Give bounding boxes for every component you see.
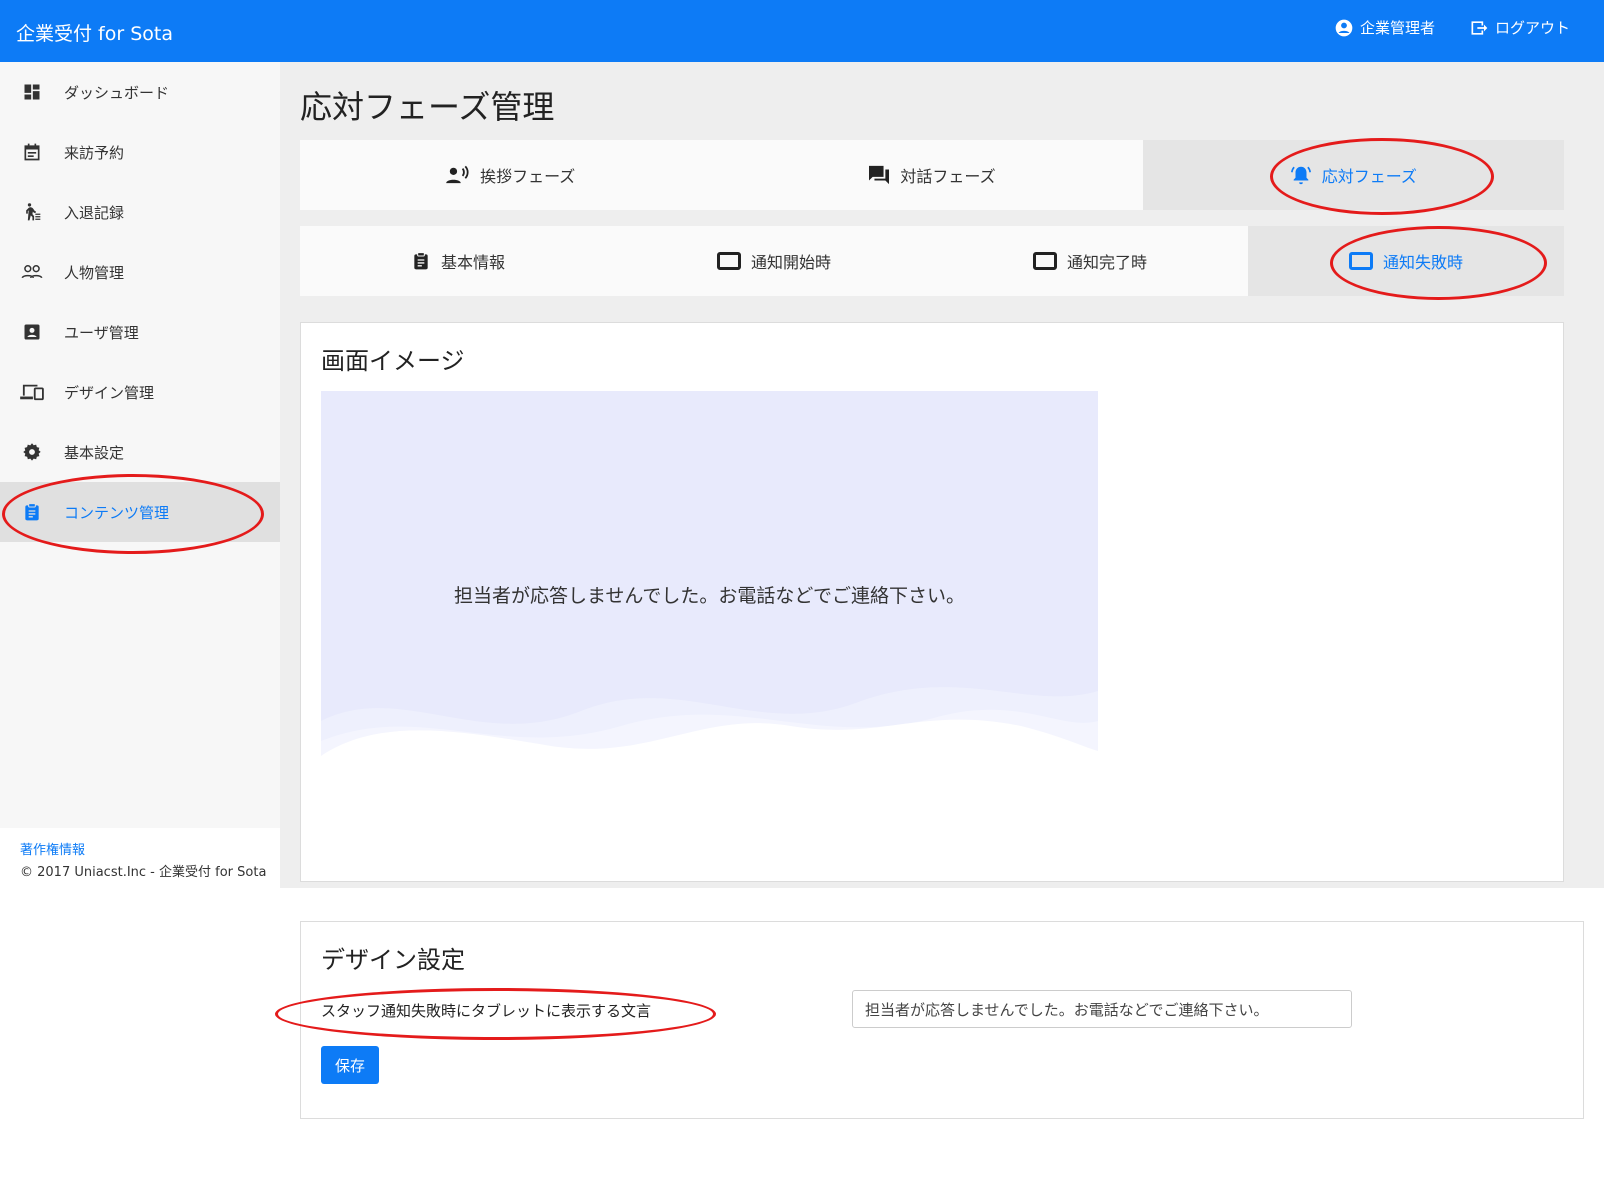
sidebar-item-dashboard[interactable]: ダッシュボード xyxy=(0,62,280,122)
tablet-icon xyxy=(716,252,741,270)
gear-icon xyxy=(20,440,44,464)
sidebar-item-people[interactable]: 人物管理 xyxy=(0,242,280,302)
tab-notify-start[interactable]: 通知開始時 xyxy=(616,226,932,296)
save-button[interactable]: 保存 xyxy=(321,1046,379,1084)
preview-title: 画面イメージ xyxy=(321,347,465,375)
people-icon xyxy=(20,260,44,284)
sub-tabs: 基本情報 通知開始時 通知完了時 通知失敗時 xyxy=(300,226,1564,296)
sidebar-item-label: デザイン管理 xyxy=(64,383,155,402)
chat-icon xyxy=(869,165,890,185)
calendar-icon xyxy=(20,140,44,164)
sidebar-item-label: 来訪予約 xyxy=(64,143,125,162)
top-app-bar: 企業受付 for Sota 企業管理者 ログアウト xyxy=(0,0,1604,62)
tab-notify-complete[interactable]: 通知完了時 xyxy=(932,226,1248,296)
dashboard-icon xyxy=(20,80,44,104)
tab-basic-info[interactable]: 基本情報 xyxy=(300,226,616,296)
logout-label: ログアウト xyxy=(1494,19,1570,37)
user-name: 企業管理者 xyxy=(1359,19,1435,37)
tab-response-phase[interactable]: 応対フェーズ xyxy=(1142,140,1564,210)
sidebar-item-content[interactable]: コンテンツ管理 xyxy=(0,482,280,542)
tab-label: 応対フェーズ xyxy=(1321,167,1417,186)
design-title: デザイン設定 xyxy=(321,946,465,974)
bell-icon xyxy=(1290,166,1311,185)
sidebar-item-entry-records[interactable]: 入退記録 xyxy=(0,182,280,242)
sidebar-item-label: 基本設定 xyxy=(64,443,125,462)
account-circle-icon xyxy=(1335,19,1353,36)
preview-message: 担当者が応答しませんでした。お電話などでご連絡下さい。 xyxy=(453,585,966,607)
account-box-icon xyxy=(20,320,44,344)
copyright-link[interactable]: 著作権情報 xyxy=(20,840,280,862)
sidebar-item-label: 入退記録 xyxy=(64,203,125,222)
sidebar-item-design[interactable]: デザイン管理 xyxy=(0,362,280,422)
sidebar-item-label: ユーザ管理 xyxy=(64,323,139,342)
tab-label: 通知失敗時 xyxy=(1382,253,1463,272)
tab-greeting-phase[interactable]: 挨拶フェーズ xyxy=(300,140,721,210)
phase-tabs: 挨拶フェーズ 対話フェーズ 応対フェーズ xyxy=(300,140,1564,210)
sidebar-item-label: 人物管理 xyxy=(64,263,125,282)
sidebar-footer: 著作権情報 © 2017 Uniacst.Inc - 企業受付 for Sota xyxy=(0,828,280,888)
tab-notify-failure[interactable]: 通知失敗時 xyxy=(1248,226,1564,296)
clipboard-icon xyxy=(20,500,44,524)
top-actions: 企業管理者 ログアウト xyxy=(1334,17,1570,38)
tab-label: 対話フェーズ xyxy=(900,167,996,186)
tab-label: 基本情報 xyxy=(440,253,505,272)
devices-icon xyxy=(20,380,44,404)
sidebar-item-label: ダッシュボード xyxy=(64,83,170,102)
copyright-text: © 2017 Uniacst.Inc - 企業受付 for Sota xyxy=(20,865,267,880)
sidebar-item-label: コンテンツ管理 xyxy=(64,503,170,522)
wave-decoration xyxy=(321,687,1098,801)
user-menu[interactable]: 企業管理者 xyxy=(1334,17,1435,38)
sidebar-item-basic-settings[interactable]: 基本設定 xyxy=(0,422,280,482)
sidebar: ダッシュボード 来訪予約 入退記録 人物管理 ユーザ管理 デザイン管理 基本設定… xyxy=(0,62,280,828)
page-title: 応対フェーズ管理 xyxy=(300,88,555,126)
failure-message-input[interactable] xyxy=(852,990,1352,1028)
app-brand[interactable]: 企業受付 for Sota xyxy=(16,19,173,46)
preview-panel: 画面イメージ 担当者が応答しませんでした。お電話などでご連絡下さい。 xyxy=(300,322,1564,882)
tablet-icon xyxy=(1032,252,1057,270)
sidebar-item-users[interactable]: ユーザ管理 xyxy=(0,302,280,362)
walk-icon xyxy=(20,200,44,224)
tablet-icon xyxy=(1348,252,1373,270)
failure-message-label: スタッフ通知失敗時にタブレットに表示する文言 xyxy=(321,1002,652,1020)
clipboard-icon xyxy=(414,252,428,270)
tab-label: 挨拶フェーズ xyxy=(480,167,576,186)
tablet-preview: 担当者が応答しませんでした。お電話などでご連絡下さい。 xyxy=(321,391,1098,801)
design-settings-card: デザイン設定 スタッフ通知失敗時にタブレットに表示する文言 保存 xyxy=(300,921,1584,1119)
logout-button[interactable]: ログアウト xyxy=(1469,17,1570,38)
tab-label: 通知完了時 xyxy=(1066,253,1147,272)
logout-icon xyxy=(1471,20,1488,35)
voice-icon xyxy=(446,165,469,184)
sidebar-item-visit-reservation[interactable]: 来訪予約 xyxy=(0,122,280,182)
main-content: 応対フェーズ管理 挨拶フェーズ 対話フェーズ 応対フェーズ 基本情報 通知開始時… xyxy=(280,62,1604,888)
tab-dialog-phase[interactable]: 対話フェーズ xyxy=(721,140,1142,210)
tab-label: 通知開始時 xyxy=(750,253,831,272)
